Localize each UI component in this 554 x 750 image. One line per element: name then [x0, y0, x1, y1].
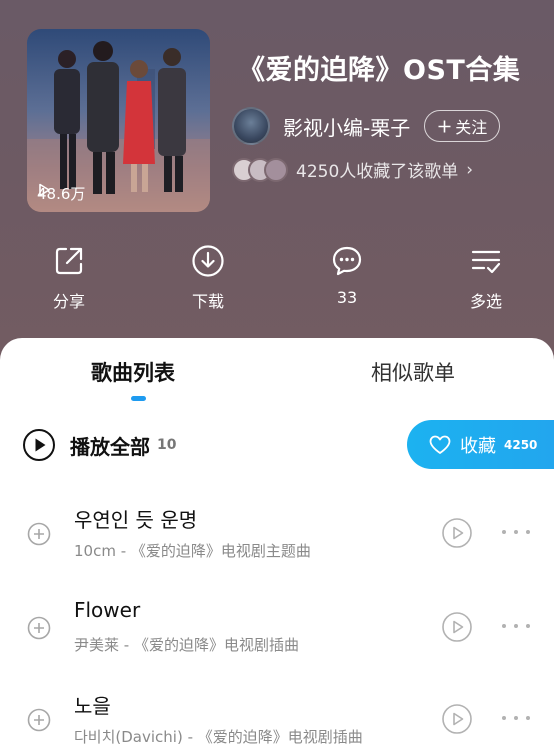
playlist-cover[interactable]: 48.6万 [27, 29, 210, 212]
action-bar: 分享 下载 33 多选 [0, 244, 554, 314]
download-icon [192, 245, 224, 277]
play-circle-icon [23, 429, 55, 461]
plus-icon [438, 120, 451, 132]
follow-button[interactable]: 关注 [424, 110, 501, 142]
list-item[interactable]: 우연인 듯 운명 10cm - 《爱的迫降》电视剧主题曲 [0, 500, 554, 590]
tab-song-list[interactable]: 歌曲列表 [91, 357, 175, 387]
chevron-right-icon: › [466, 159, 474, 180]
share-button[interactable]: 分享 [29, 244, 109, 312]
more-icon[interactable] [500, 622, 532, 630]
playlist-title: 《爱的迫降》OST合集 [238, 55, 521, 86]
tab-indicator [131, 396, 146, 401]
multiselect-icon [471, 250, 501, 274]
favorite-button[interactable]: 收藏 4250 [407, 420, 554, 469]
tab-similar-playlists[interactable]: 相似歌单 [371, 357, 455, 387]
more-icon[interactable] [500, 714, 532, 722]
multiselect-button[interactable]: 多选 [446, 244, 526, 312]
list-item[interactable]: 노을 다비치(Davichi) - 《爱的迫降》电视剧插曲 [0, 686, 554, 750]
play-icon[interactable] [441, 611, 473, 643]
play-all-button[interactable]: 播放全部 10 [22, 428, 176, 462]
song-title: 우연인 듯 운명 [74, 508, 198, 532]
song-title: Flower [74, 598, 141, 622]
play-icon[interactable] [441, 517, 473, 549]
creator-row: 影视小编-栗子 关注 [232, 107, 501, 145]
play-count-icon [39, 183, 50, 197]
favorite-label: 收藏 [460, 435, 496, 457]
more-icon[interactable] [500, 528, 532, 536]
collector-avatar [264, 157, 288, 182]
download-label: 下载 [191, 292, 224, 311]
add-to-playlist-icon[interactable] [27, 708, 51, 732]
download-button[interactable]: 下载 [168, 244, 248, 312]
comment-icon [332, 246, 362, 276]
share-label: 分享 [52, 292, 85, 311]
song-artist: 尹美莱 - 《爱的迫降》电视剧插曲 [74, 636, 299, 654]
collectors-row[interactable]: 4250人收藏了该歌单 › [232, 157, 473, 182]
heart-icon [429, 435, 451, 454]
comment-button[interactable]: 33 [307, 244, 387, 307]
add-to-playlist-icon[interactable] [27, 616, 51, 640]
comment-count: 33 [336, 288, 358, 307]
favorite-count: 4250 [504, 437, 538, 452]
song-count: 10 [157, 437, 177, 453]
collect-count-text: 4250人收藏了该歌单 [296, 162, 459, 182]
song-title: 노을 [74, 694, 111, 718]
follow-label: 关注 [455, 118, 488, 137]
creator-name[interactable]: 影视小编-栗子 [283, 112, 410, 141]
multiselect-label: 多选 [469, 292, 502, 311]
list-item[interactable]: Flower 尹美莱 - 《爱的迫降》电视剧插曲 [0, 594, 554, 684]
song-artist: 10cm - 《爱的迫降》电视剧主题曲 [74, 542, 311, 560]
share-icon [55, 247, 83, 275]
creator-avatar[interactable] [232, 107, 270, 145]
play-all-label: 播放全部 [70, 434, 150, 459]
play-count: 48.6万 [37, 183, 85, 204]
add-to-playlist-icon[interactable] [27, 522, 51, 546]
play-icon[interactable] [441, 703, 473, 735]
song-artist: 다비치(Davichi) - 《爱的迫降》电视剧插曲 [74, 728, 363, 746]
